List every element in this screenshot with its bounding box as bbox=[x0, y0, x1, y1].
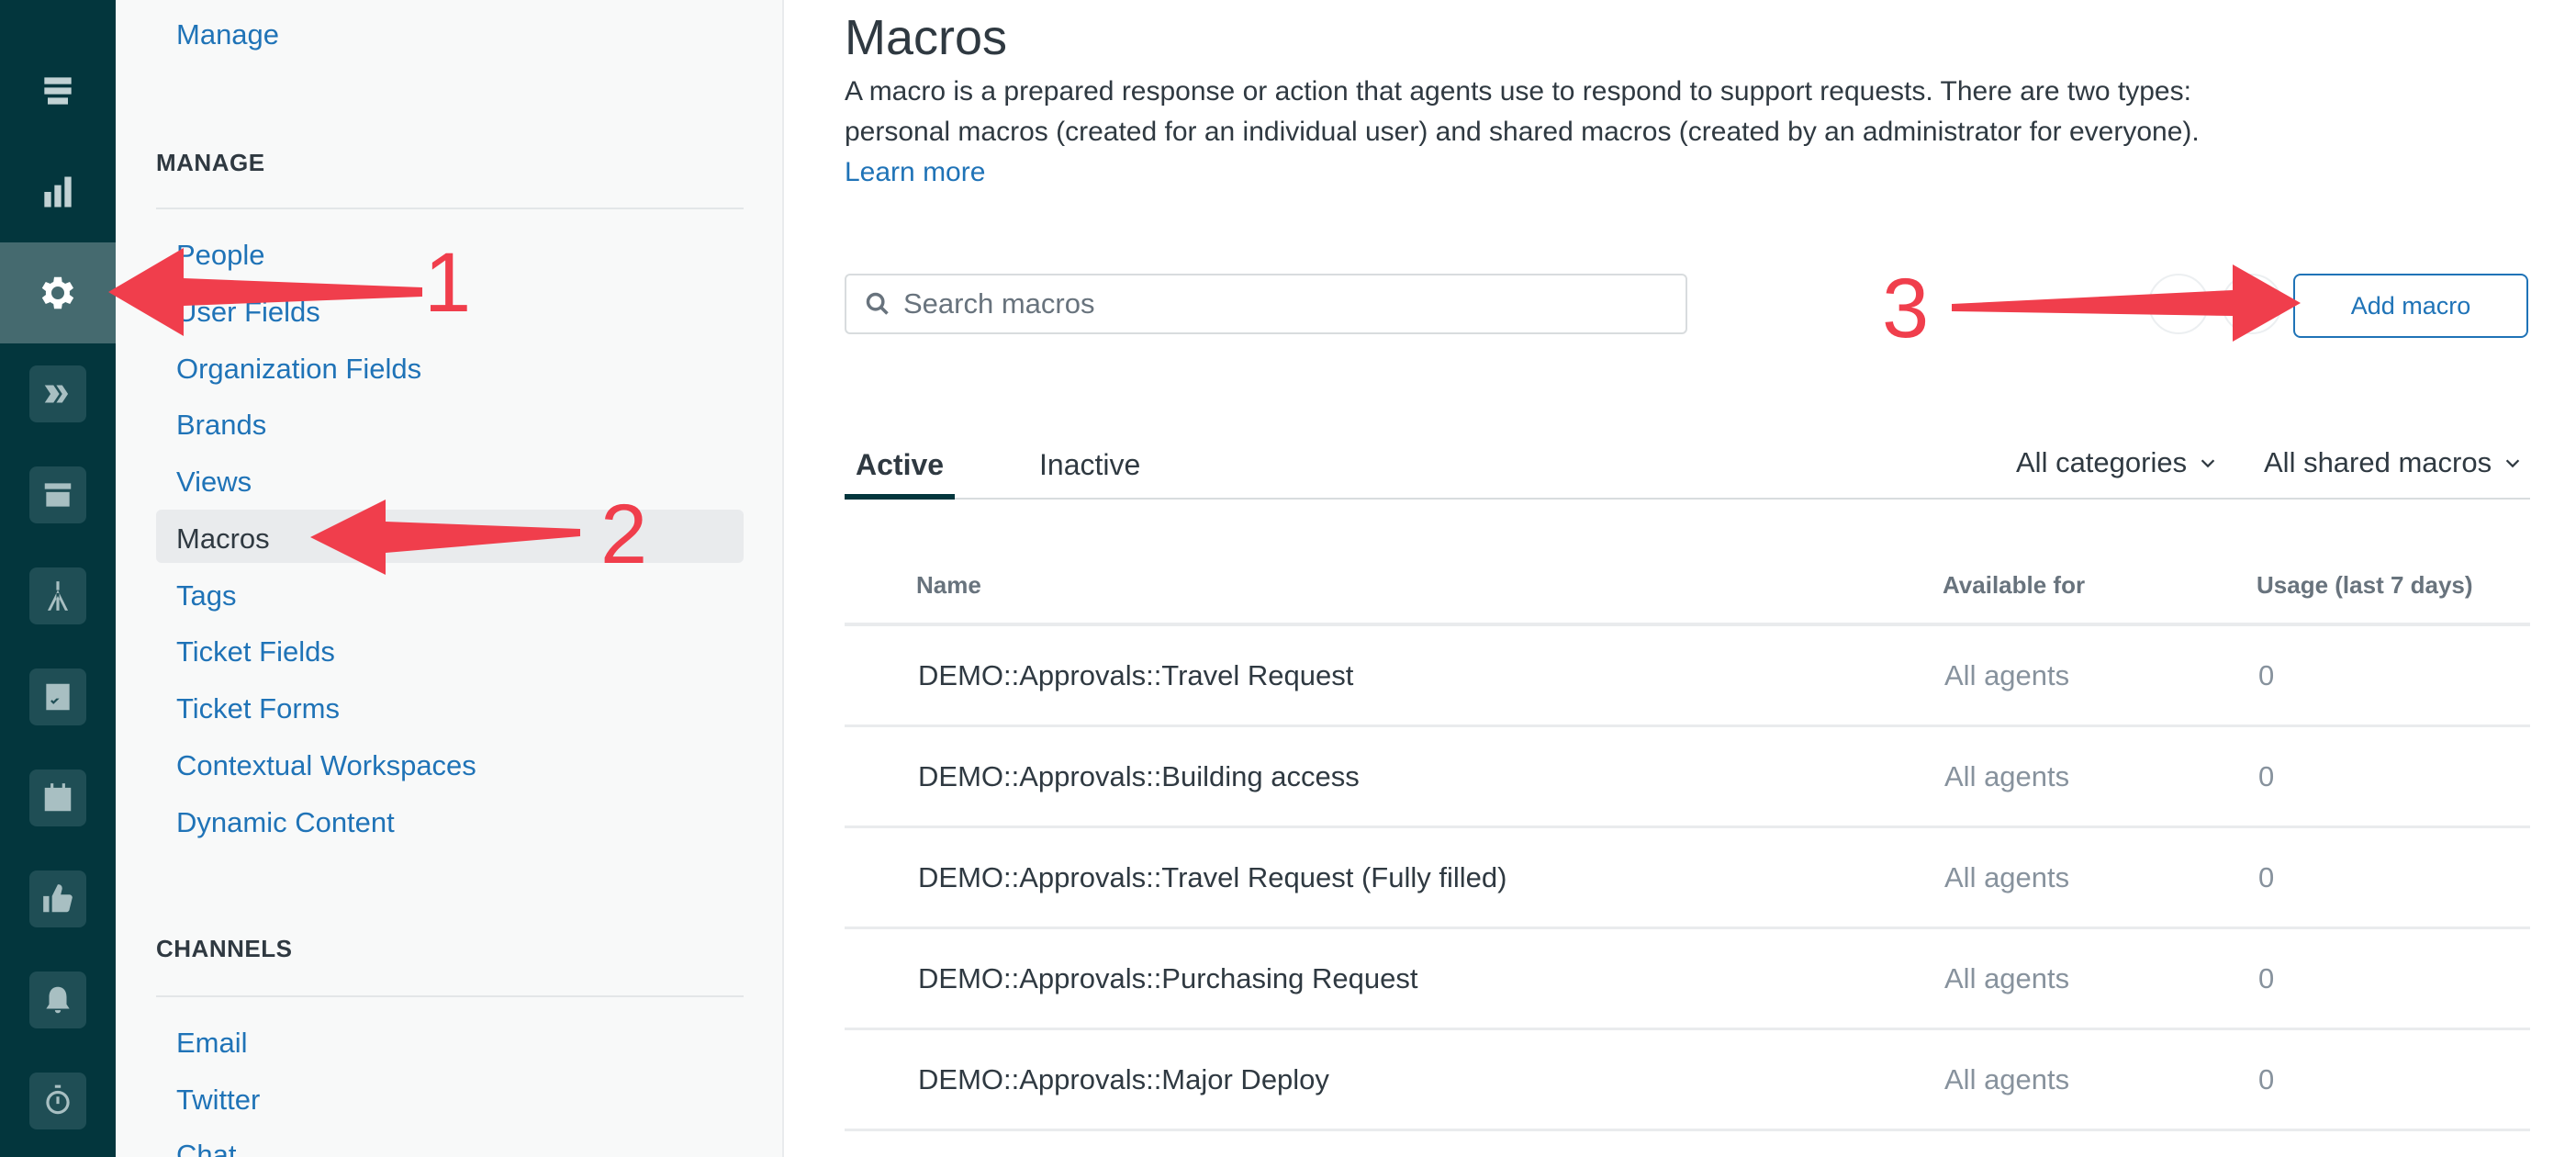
page-description: A macro is a prepared response or action… bbox=[845, 72, 2258, 193]
sidebar-item-organization-fields[interactable]: Organization Fields bbox=[176, 351, 421, 388]
macro-usage: 0 bbox=[2258, 962, 2275, 994]
chevron-down-icon bbox=[2201, 459, 2215, 468]
table-header: Name Available for Usage (last 7 days) bbox=[845, 551, 2530, 626]
macros-table: Name Available for Usage (last 7 days) D… bbox=[845, 551, 2530, 1131]
column-header-usage[interactable]: Usage (last 7 days) bbox=[2257, 571, 2473, 600]
learn-more-link[interactable]: Learn more bbox=[845, 157, 985, 187]
calendar-icon[interactable] bbox=[0, 747, 116, 848]
sidebar-item-contextual-workspaces[interactable]: Contextual Workspaces bbox=[176, 747, 476, 784]
table-row[interactable]: DEMO::Approvals::Travel Request All agen… bbox=[845, 626, 2530, 727]
shared-macros-filter[interactable]: All shared macros bbox=[2264, 446, 2523, 479]
search-icon bbox=[866, 292, 889, 315]
section-heading-channels: CHANNELS bbox=[156, 935, 293, 962]
sidebar-item-twitter[interactable]: Twitter bbox=[176, 1082, 260, 1118]
page-title: Macros bbox=[845, 10, 1008, 65]
table-row[interactable]: DEMO::Approvals::Building access All age… bbox=[845, 727, 2530, 828]
divider bbox=[156, 995, 744, 997]
tripod-icon[interactable] bbox=[0, 545, 116, 646]
main-content: Macros A macro is a prepared response or… bbox=[845, 0, 2530, 1157]
tickets-icon[interactable] bbox=[0, 40, 116, 141]
macro-available-for: All agents bbox=[1944, 760, 2070, 792]
table-row[interactable]: DEMO::Approvals::Major Deploy All agents… bbox=[845, 1030, 2530, 1131]
search-input[interactable] bbox=[903, 287, 1674, 320]
description-text: A macro is a prepared response or action… bbox=[845, 76, 2200, 147]
macro-name[interactable]: DEMO::Approvals::Building access bbox=[918, 760, 1360, 793]
sidebar-item-people[interactable]: People bbox=[176, 237, 265, 274]
annotation-step-1: 1 bbox=[424, 236, 472, 330]
sidebar-item-email[interactable]: Email bbox=[176, 1025, 248, 1062]
macro-name[interactable]: DEMO::Approvals::Purchasing Request bbox=[918, 962, 1417, 995]
sidebar-item-tags[interactable]: Tags bbox=[176, 578, 236, 614]
column-header-available[interactable]: Available for bbox=[1943, 571, 2085, 600]
tab-bar: Active Inactive All categories All share… bbox=[845, 439, 2530, 500]
sidebar-item-chat[interactable]: Chat bbox=[176, 1137, 236, 1157]
add-macro-button[interactable]: Add macro bbox=[2293, 274, 2528, 338]
annotation-step-3: 3 bbox=[1882, 262, 1930, 355]
home-icon[interactable] bbox=[0, 0, 116, 46]
macro-available-for: All agents bbox=[1944, 861, 2070, 893]
macro-usage: 0 bbox=[2258, 659, 2275, 691]
ghost-button[interactable] bbox=[2222, 274, 2282, 334]
macro-name[interactable]: DEMO::Approvals::Major Deploy bbox=[918, 1063, 1329, 1096]
reporting-icon[interactable] bbox=[0, 141, 116, 242]
macro-usage: 0 bbox=[2258, 1063, 2275, 1095]
annotation-step-2: 2 bbox=[600, 488, 648, 581]
sidebar-item-manage[interactable]: Manage bbox=[176, 17, 279, 53]
admin-sidebar: Manage MANAGE People User Fields Organiz… bbox=[116, 0, 784, 1157]
shared-macros-filter-label: All shared macros bbox=[2264, 446, 2492, 478]
tab-inactive[interactable]: Inactive bbox=[1039, 439, 1140, 500]
sidebar-item-user-fields[interactable]: User Fields bbox=[176, 294, 320, 331]
macro-available-for: All agents bbox=[1944, 962, 2070, 994]
sidebar-item-views[interactable]: Views bbox=[176, 464, 252, 500]
shop-icon[interactable] bbox=[0, 444, 116, 545]
sidebar-item-ticket-forms[interactable]: Ticket Forms bbox=[176, 691, 340, 727]
macro-name[interactable]: DEMO::Approvals::Travel Request (Fully f… bbox=[918, 861, 1506, 894]
macro-usage: 0 bbox=[2258, 861, 2275, 893]
sidebar-item-brands[interactable]: Brands bbox=[176, 407, 266, 444]
ghost-button[interactable] bbox=[2148, 274, 2209, 334]
gear-icon[interactable] bbox=[0, 242, 116, 343]
macro-usage: 0 bbox=[2258, 760, 2275, 792]
macro-available-for: All agents bbox=[1944, 659, 2070, 691]
bell-icon[interactable] bbox=[0, 949, 116, 1050]
tab-active[interactable]: Active bbox=[845, 439, 956, 500]
table-row[interactable]: DEMO::Approvals::Travel Request (Fully f… bbox=[845, 828, 2530, 929]
divider bbox=[156, 208, 744, 209]
chevron-down-icon bbox=[2505, 459, 2520, 468]
table-row[interactable]: DEMO::Approvals::Purchasing Request All … bbox=[845, 929, 2530, 1030]
sidebar-item-dynamic-content[interactable]: Dynamic Content bbox=[176, 804, 395, 841]
stopwatch-icon[interactable] bbox=[0, 1050, 116, 1151]
thumbs-up-icon[interactable] bbox=[0, 848, 116, 949]
product-rail bbox=[0, 0, 116, 1157]
categories-filter[interactable]: All categories bbox=[2016, 446, 2218, 479]
section-heading-manage: MANAGE bbox=[156, 149, 265, 176]
macro-available-for: All agents bbox=[1944, 1063, 2070, 1095]
channels-icon[interactable] bbox=[0, 343, 116, 444]
search-box[interactable] bbox=[845, 274, 1687, 334]
column-header-name[interactable]: Name bbox=[916, 571, 981, 600]
macro-name[interactable]: DEMO::Approvals::Travel Request bbox=[918, 659, 1353, 692]
checklist-icon[interactable] bbox=[0, 646, 116, 747]
sidebar-item-ticket-fields[interactable]: Ticket Fields bbox=[176, 634, 335, 670]
sidebar-item-macros[interactable]: Macros bbox=[176, 521, 270, 557]
categories-filter-label: All categories bbox=[2016, 446, 2188, 478]
